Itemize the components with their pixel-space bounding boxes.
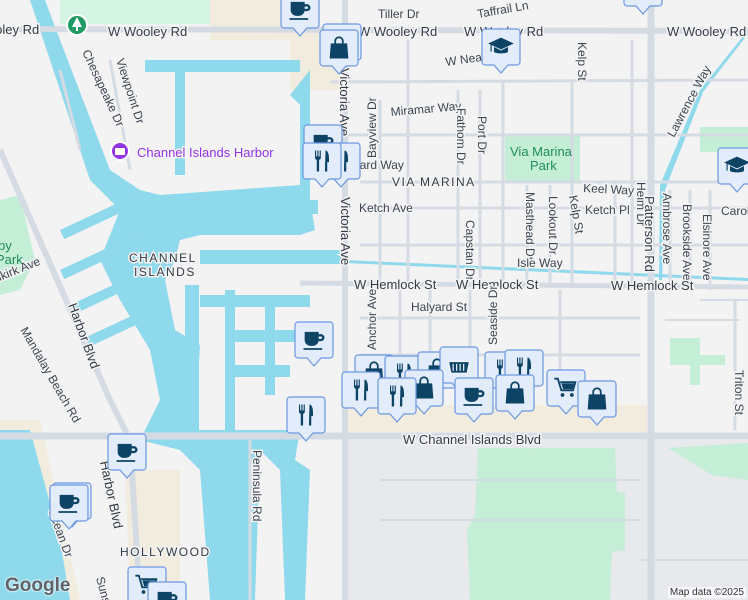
park-label: by bbox=[0, 238, 12, 253]
area-label-channel-islands: CHANNEL bbox=[129, 251, 197, 265]
street-label: Ketch Ave bbox=[359, 201, 413, 215]
google-logo: Google bbox=[5, 575, 71, 596]
area-label-channel-islands: ISLANDS bbox=[134, 265, 196, 279]
street-label: Isle Way bbox=[517, 256, 563, 270]
street-label: W Wooley Rd bbox=[0, 22, 39, 37]
map-canvas[interactable]: W Wooley Rd W Wooley Rd W Wooley Rd W Wo… bbox=[0, 0, 748, 600]
poi-label: Channel Islands Harbor bbox=[137, 145, 274, 160]
street-label: W Wooley Rd bbox=[108, 24, 187, 39]
street-label: Anchor Ave bbox=[365, 289, 379, 350]
poi-park-pin[interactable] bbox=[66, 14, 88, 36]
street-label: Keel Way bbox=[583, 181, 635, 198]
street-label: Ambrose Ave bbox=[660, 193, 674, 264]
map-attribution[interactable]: Map data ©2025 bbox=[667, 587, 746, 598]
street-label: Seaside Dr bbox=[486, 286, 500, 345]
street-label: W Channel Islands Blvd bbox=[403, 432, 541, 447]
street-label: Tiller Dr bbox=[378, 7, 420, 21]
street-label: Kelp St bbox=[575, 42, 589, 81]
street-label: Lookout Dr bbox=[546, 196, 560, 255]
area-label-hollywood: HOLLYWOOD bbox=[120, 545, 211, 559]
park-label: Via Marina bbox=[510, 144, 573, 159]
camera-icon bbox=[115, 148, 125, 155]
street-label: Halyard St bbox=[411, 300, 468, 314]
street-label: Masthead Dr bbox=[523, 192, 537, 261]
street-label: Port Dr bbox=[475, 116, 489, 154]
street-label: Patterson Rd bbox=[642, 196, 657, 272]
street-label: Brookside Ave bbox=[680, 204, 694, 281]
street-label: Peninsula Rd bbox=[250, 450, 264, 521]
street-label: Bayview Dr bbox=[365, 97, 379, 158]
street-label: W Wooley Rd bbox=[358, 24, 437, 39]
street-label: W Wooley Rd bbox=[667, 24, 746, 39]
coffee-place-marker[interactable] bbox=[147, 581, 187, 600]
park-label: Park bbox=[530, 158, 557, 173]
street-label: Ketch Pl bbox=[585, 203, 630, 217]
street-label: Triton St bbox=[732, 370, 746, 416]
street-label: Elsinore Ave bbox=[700, 214, 714, 281]
street-label: Capstan Dr bbox=[463, 220, 477, 281]
street-label: Victoria Ave bbox=[338, 197, 353, 265]
street-label: Fathom Dr bbox=[454, 108, 468, 165]
grocery-basket-icon bbox=[447, 360, 471, 374]
park-label: Park bbox=[0, 252, 23, 267]
street-label: Carob bbox=[721, 204, 748, 218]
area-label-via-marina: VIA MARINA bbox=[392, 175, 476, 189]
street-label: W Hemlock St bbox=[611, 278, 694, 293]
green-area bbox=[467, 448, 625, 600]
